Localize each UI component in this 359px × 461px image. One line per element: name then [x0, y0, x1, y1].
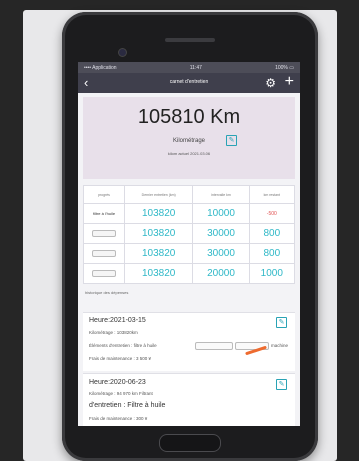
part-name-chip — [83, 243, 125, 264]
edit-mileage-icon[interactable]: ✎ — [226, 135, 237, 146]
part-name-chip — [83, 223, 125, 244]
entry-extra: machine — [271, 343, 289, 348]
clock: 11:47 — [189, 64, 202, 71]
table-row[interactable]: 103820 30000 800 — [83, 223, 296, 244]
last-service-km: 103820 — [123, 243, 194, 264]
speaker-grille — [165, 38, 215, 42]
current-mileage: 105810 Km — [137, 106, 241, 128]
remaining-km: 1000 — [248, 263, 296, 284]
status-bar: •••• Application 11:47 100% ▭ — [78, 62, 300, 73]
entry-items: d'entretien : Filtre à huile — [89, 402, 166, 409]
history-card[interactable]: Heure:2020-06-23 ✎ Kilométrage : 94 970 … — [83, 373, 295, 426]
table-row[interactable]: 103820 20000 1000 — [83, 263, 296, 284]
part-label-chip — [92, 249, 116, 257]
last-service-km: 103820 — [123, 223, 194, 244]
entry-cost: Frais de maintenance : 3 500 ¥ — [89, 356, 152, 361]
interval-km: 10000 — [192, 203, 250, 224]
history-title: historique des dépenses — [85, 290, 129, 295]
gear-icon[interactable]: ⚙ — [265, 76, 276, 90]
front-camera — [119, 49, 126, 56]
add-icon[interactable]: + — [285, 74, 294, 90]
part-name-chip — [83, 263, 125, 284]
mileage-label: Kilométrage — [172, 138, 205, 144]
interval-km: 30000 — [192, 223, 250, 244]
remaining-km: -500 — [248, 203, 296, 224]
phone-screen: •••• Application 11:47 100% ▭ ‹ carnet d… — [78, 62, 300, 426]
column-header: km restant — [248, 185, 296, 204]
history-card[interactable]: Heure:2021-03-15 ✎ Kilométrage : 103820k… — [83, 312, 295, 371]
table-header-row: progrès Dernier entretien (km) intervall… — [83, 185, 296, 204]
table-row[interactable]: 103820 30000 800 — [83, 243, 296, 264]
interval-km: 30000 — [192, 243, 250, 264]
entry-date: Heure:2020-06-23 — [89, 379, 146, 386]
column-header: progrès — [83, 185, 125, 204]
remaining-km: 800 — [248, 243, 296, 264]
battery-indicator: 100% ▭ — [275, 64, 294, 71]
part-label-chip — [92, 269, 116, 277]
entry-mileage: Kilométrage : 94 970 km Filtrant — [89, 391, 153, 396]
phone-device: •••• Application 11:47 100% ▭ ‹ carnet d… — [62, 12, 318, 461]
entry-items: Éléments d'entretien : filtre à huile — [89, 343, 157, 348]
tag-pill — [195, 342, 233, 350]
entry-cost: Frais de maintenance : 300 ¥ — [89, 416, 148, 421]
remaining-km: 800 — [248, 223, 296, 244]
edit-entry-icon[interactable]: ✎ — [276, 317, 287, 328]
column-header: intervalle km — [192, 185, 250, 204]
interval-km: 20000 — [192, 263, 250, 284]
entry-mileage: Kilométrage : 103820km — [89, 330, 138, 335]
last-service-km: 103820 — [123, 263, 194, 284]
part-name: filtre à l'huile — [83, 203, 125, 224]
table-row[interactable]: filtre à l'huile 103820 10000 -500 — [83, 203, 296, 224]
mileage-date: kilom actuel 2021.03.06 — [167, 151, 211, 156]
maintenance-table: progrès Dernier entretien (km) intervall… — [83, 185, 296, 284]
mileage-summary: 105810 Km Kilométrage ✎ kilom actuel 202… — [83, 97, 295, 179]
part-label-chip — [92, 229, 116, 237]
last-service-km: 103820 — [123, 203, 194, 224]
navigation-bar: ‹ carnet d'entretien ⚙ + — [78, 73, 300, 93]
column-header: Dernier entretien (km) — [123, 185, 194, 204]
carrier-label: •••• Application — [84, 64, 117, 71]
edit-entry-icon[interactable]: ✎ — [276, 379, 287, 390]
home-button[interactable] — [159, 434, 221, 452]
entry-date: Heure:2021-03-15 — [89, 317, 146, 324]
